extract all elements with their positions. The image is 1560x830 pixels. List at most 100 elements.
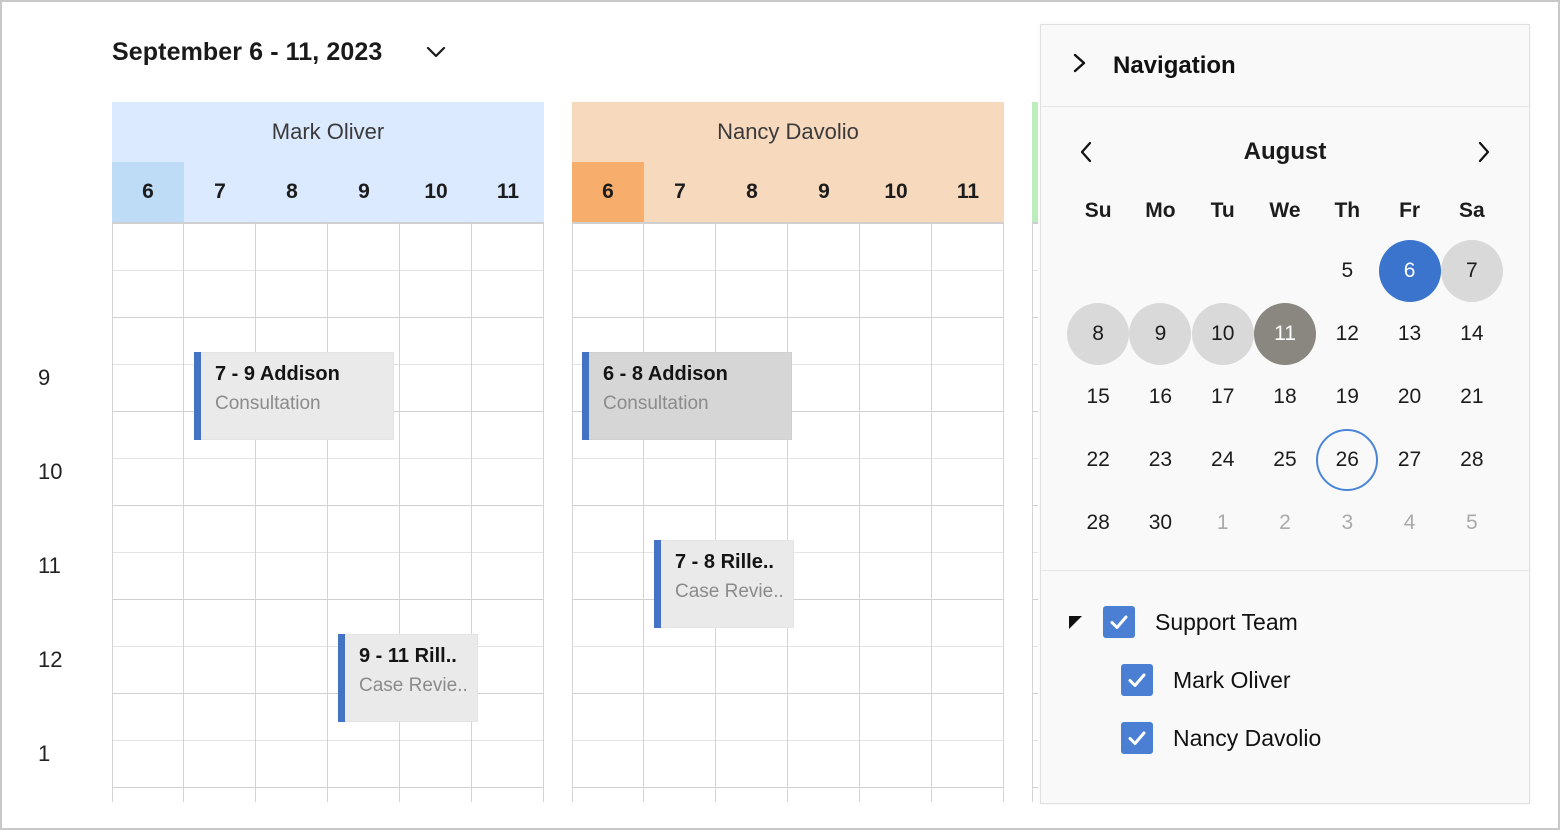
date-range-title: September 6 - 11, 2023 bbox=[112, 37, 383, 66]
day-header-row: 67891011 bbox=[572, 162, 1004, 222]
mini-calendar-day[interactable]: 13 bbox=[1378, 302, 1440, 365]
chevron-left-icon[interactable] bbox=[1067, 132, 1107, 172]
mini-calendar-day[interactable]: 6 bbox=[1378, 239, 1441, 302]
day-column[interactable] bbox=[472, 223, 544, 802]
mini-calendar-day[interactable]: 30 bbox=[1129, 491, 1191, 554]
day-column[interactable] bbox=[184, 223, 256, 802]
event-subtitle: Consultation bbox=[215, 393, 321, 414]
day-header-cell[interactable]: 10 bbox=[400, 162, 472, 222]
day-column[interactable] bbox=[644, 223, 716, 802]
day-header-cell[interactable]: 7 bbox=[644, 162, 716, 222]
mini-calendar-day[interactable]: 17 bbox=[1192, 365, 1254, 428]
mini-calendar-day-label: 19 bbox=[1335, 384, 1359, 408]
chevron-down-icon[interactable] bbox=[420, 36, 452, 68]
day-header-cell[interactable]: 6 bbox=[572, 162, 644, 222]
day-header-cell[interactable]: 6 bbox=[1032, 162, 1038, 222]
navigation-header[interactable]: Navigation bbox=[1041, 25, 1529, 107]
mini-calendar-day[interactable]: 28 bbox=[1441, 428, 1503, 491]
event-body: 9 - 11 Rill.. Case Revie.. bbox=[345, 634, 478, 722]
mini-calendar-day-label: 13 bbox=[1397, 321, 1422, 345]
checkbox-resource[interactable] bbox=[1121, 664, 1153, 696]
mini-calendar-day-label: 6 bbox=[1378, 239, 1441, 302]
day-header-cell[interactable]: 6 bbox=[112, 162, 184, 222]
event-color-bar bbox=[194, 352, 201, 440]
mini-calendar-day[interactable]: 11 bbox=[1253, 302, 1316, 365]
mini-calendar-day[interactable]: 19 bbox=[1316, 365, 1378, 428]
mini-calendar-day[interactable]: 28 bbox=[1067, 491, 1129, 554]
mini-calendar-day[interactable]: 4 bbox=[1378, 491, 1440, 554]
chevron-right-icon[interactable] bbox=[1463, 132, 1503, 172]
mini-calendar-day[interactable]: 14 bbox=[1441, 302, 1503, 365]
event-subtitle: Consultation bbox=[603, 393, 709, 414]
mini-calendar-day[interactable]: 26 bbox=[1316, 428, 1379, 491]
appointment-event[interactable]: 7 - 9 Addison Consultation bbox=[194, 352, 394, 440]
day-header-cell[interactable]: 10 bbox=[860, 162, 932, 222]
appointment-event[interactable]: 6 - 8 Addison Consultation bbox=[582, 352, 792, 440]
day-column[interactable] bbox=[788, 223, 860, 802]
day-column[interactable] bbox=[716, 223, 788, 802]
mini-calendar-day[interactable]: 20 bbox=[1378, 365, 1440, 428]
mini-calendar-day-label: 8 bbox=[1067, 302, 1130, 365]
day-header-cell[interactable]: 8 bbox=[716, 162, 788, 222]
mini-calendar-day[interactable]: 5 bbox=[1316, 239, 1378, 302]
appointment-event[interactable]: 7 - 8 Rille.. Case Revie.. bbox=[654, 540, 794, 628]
time-grid[interactable]: 6 - 8 Addison Consultation 7 - 8 Rille.. Ca… bbox=[572, 222, 1004, 802]
day-header-cell[interactable]: 11 bbox=[932, 162, 1004, 222]
tree-row-resource[interactable]: Nancy Davolio bbox=[1069, 709, 1529, 767]
time-grid[interactable]: 7 - 9 Addison Consultation 9 - 11 Rill.. Ca… bbox=[112, 222, 544, 802]
time-grid[interactable] bbox=[1032, 222, 1038, 802]
mini-calendar-day[interactable]: 22 bbox=[1067, 428, 1129, 491]
mini-calendar-day-label: 5 bbox=[1341, 258, 1354, 282]
checkbox-support-team[interactable] bbox=[1103, 606, 1135, 638]
time-label: 9 bbox=[38, 365, 51, 390]
checkbox-resource[interactable] bbox=[1121, 722, 1153, 754]
mini-calendar-day[interactable]: 9 bbox=[1129, 302, 1192, 365]
day-column[interactable] bbox=[860, 223, 932, 802]
mini-calendar-day[interactable]: 27 bbox=[1378, 428, 1440, 491]
mini-calendar-day[interactable]: 25 bbox=[1254, 428, 1316, 491]
mini-calendar-day[interactable]: 7 bbox=[1440, 239, 1503, 302]
mini-calendar-day[interactable]: 12 bbox=[1316, 302, 1378, 365]
expand-triangle-icon[interactable] bbox=[1069, 615, 1103, 629]
mini-calendar-day[interactable]: 2 bbox=[1254, 491, 1316, 554]
day-header-cell[interactable]: 11 bbox=[472, 162, 544, 222]
chevron-right-icon bbox=[1069, 50, 1091, 81]
event-body: 7 - 9 Addison Consultation bbox=[201, 352, 394, 440]
day-column[interactable] bbox=[932, 223, 1004, 802]
day-header-cell[interactable]: 7 bbox=[184, 162, 256, 222]
tree-row-resource[interactable]: Mark Oliver bbox=[1069, 651, 1529, 709]
mini-calendar-day-label bbox=[1192, 240, 1254, 302]
day-header-cell[interactable]: 9 bbox=[788, 162, 860, 222]
mini-calendar-day bbox=[1067, 239, 1129, 302]
mini-calendar-day-label: 25 bbox=[1273, 447, 1297, 471]
mini-calendar-grid: Su Mo Tu We Th Fr Sa 5 6 7 8 9 10 11 12 13 14 15 16 17 18 19 2… bbox=[1067, 183, 1503, 554]
day-column[interactable] bbox=[112, 223, 184, 802]
mini-calendar-day[interactable]: 24 bbox=[1192, 428, 1254, 491]
mini-calendar-day[interactable]: 23 bbox=[1129, 428, 1191, 491]
event-title: 7 - 8 Rille.. bbox=[675, 551, 774, 573]
mini-calendar-day[interactable]: 5 bbox=[1441, 491, 1503, 554]
mini-calendar-day[interactable]: 8 bbox=[1067, 302, 1130, 365]
mini-calendar-day[interactable]: 18 bbox=[1254, 365, 1316, 428]
day-column[interactable] bbox=[572, 223, 644, 802]
mini-calendar-day[interactable]: 3 bbox=[1316, 491, 1378, 554]
mini-calendar-day-label: 4 bbox=[1403, 510, 1416, 534]
event-color-bar bbox=[338, 634, 345, 722]
mini-calendar-day[interactable]: 1 bbox=[1192, 491, 1254, 554]
day-header-cell[interactable]: 8 bbox=[256, 162, 328, 222]
mini-calendar-day-label: 28 bbox=[1460, 447, 1484, 471]
mini-calendar-day-label: 3 bbox=[1341, 510, 1354, 534]
mini-calendar-day[interactable]: 16 bbox=[1129, 365, 1191, 428]
mini-calendar-day[interactable]: 10 bbox=[1191, 302, 1254, 365]
day-column[interactable] bbox=[1032, 223, 1038, 802]
day-column[interactable] bbox=[256, 223, 328, 802]
time-label: 1 bbox=[38, 741, 51, 766]
tree-row-group[interactable]: Support Team bbox=[1069, 593, 1529, 651]
mini-calendar-day[interactable]: 21 bbox=[1441, 365, 1503, 428]
mini-calendar-day-label: 15 bbox=[1086, 384, 1110, 408]
day-header-cell[interactable]: 9 bbox=[328, 162, 400, 222]
appointment-event[interactable]: 9 - 11 Rill.. Case Revie.. bbox=[338, 634, 478, 722]
mini-calendar-day[interactable]: 15 bbox=[1067, 365, 1129, 428]
mini-calendar-day-label: 26 bbox=[1316, 428, 1379, 491]
tree-label-resource: Mark Oliver bbox=[1173, 666, 1291, 693]
